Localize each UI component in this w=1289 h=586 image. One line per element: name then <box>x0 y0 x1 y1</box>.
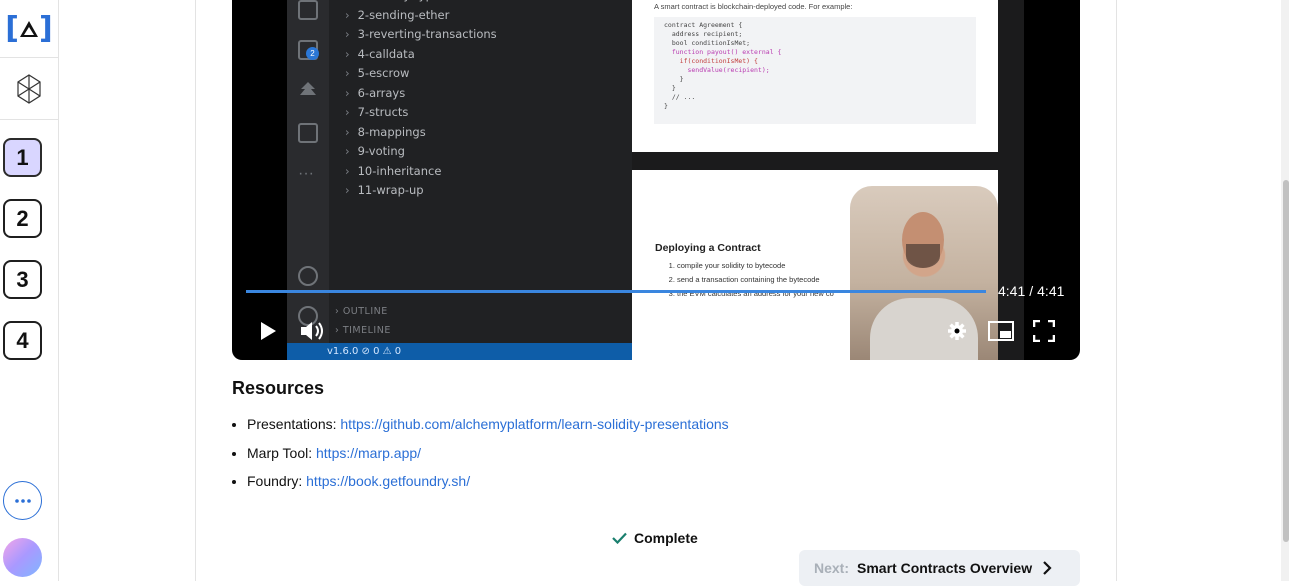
alchemy-logo-icon <box>19 20 39 38</box>
video-editor-frame: 2 ··· ›1-solidity-types-and-functions ›2… <box>287 0 632 360</box>
editor-file-tree: ›1-solidity-types-and-functions ›2-sendi… <box>345 0 529 203</box>
complete-button[interactable]: Complete <box>612 530 698 546</box>
picture-in-picture-icon <box>988 321 1014 341</box>
video-progress-fill <box>246 290 986 293</box>
run-icon <box>298 0 318 20</box>
video-progress-bar[interactable] <box>246 290 986 293</box>
step-2-button[interactable]: 2 <box>3 199 42 238</box>
resource-item: Marp Tool: https://marp.app/ <box>247 443 729 472</box>
file-tree-item: › 11-wrap-up <box>345 183 424 197</box>
gear-icon <box>948 322 966 340</box>
check-icon <box>612 532 627 544</box>
pip-button[interactable] <box>987 318 1015 344</box>
tree-icon <box>298 80 318 100</box>
play-icon <box>261 322 276 340</box>
file-tree-item: › 5-escrow <box>345 66 410 80</box>
page-scrollbar-thumb[interactable] <box>1283 180 1289 542</box>
file-tree-item: › 6-arrays <box>345 85 406 100</box>
presentations-link[interactable]: https://github.com/alchemyplatform/learn… <box>340 416 728 432</box>
video-slides: A smart contract is blockchain-deployed … <box>632 0 1024 360</box>
volume-icon <box>301 322 323 340</box>
file-tree-item: › 3-reverting-transactions <box>345 27 497 41</box>
slide-deploying: Deploying a Contract compile your solidi… <box>632 170 998 360</box>
resources-heading: Resources <box>232 378 325 398</box>
extensions-badge: 2 <box>306 47 319 60</box>
resource-item: Presentations: https://github.com/alchem… <box>247 414 729 443</box>
file-tree-item: › 10-inheritance <box>345 163 442 178</box>
timeline-section: › TIMELINE <box>335 325 391 336</box>
ellipsis-icon <box>14 498 31 503</box>
more-menu-button[interactable] <box>3 481 42 520</box>
marp-link[interactable]: https://marp.app/ <box>316 445 421 461</box>
foundry-link[interactable]: https://book.getfoundry.sh/ <box>306 473 470 489</box>
window-icon <box>298 123 318 143</box>
step-3-button[interactable]: 3 <box>3 260 42 299</box>
user-avatar[interactable] <box>3 538 42 577</box>
settings-button[interactable] <box>946 318 968 344</box>
left-sidebar: [ ] 1 2 3 4 <box>0 0 59 581</box>
play-button[interactable] <box>258 318 278 344</box>
step-1-button[interactable]: 1 <box>3 138 42 177</box>
file-tree-item: › 2-sending-ether <box>345 7 450 22</box>
editor-status-bar: v1.6.0 ⊘ 0 ⚠ 0 <box>287 343 632 360</box>
slide-smart-contract: A smart contract is blockchain-deployed … <box>632 0 998 152</box>
resources-list: Presentations: https://github.com/alchem… <box>247 414 729 500</box>
fullscreen-icon <box>1033 320 1055 342</box>
account-icon <box>298 266 318 286</box>
file-tree-item: › 7-structs <box>345 105 409 119</box>
course-home-button[interactable] <box>0 58 58 120</box>
file-tree-item: ›1-solidity-types-and-functions <box>345 0 529 8</box>
slide-caption: A smart contract is blockchain-deployed … <box>654 2 853 11</box>
video-player[interactable]: 2 ··· ›1-solidity-types-and-functions ›2… <box>232 0 1080 360</box>
file-tree-item: › 9-voting <box>345 144 405 158</box>
chevron-right-icon <box>1043 561 1052 575</box>
step-4-button[interactable]: 4 <box>3 321 42 360</box>
fullscreen-button[interactable] <box>1033 318 1055 344</box>
file-tree-item: › 4-calldata <box>345 46 415 61</box>
file-tree-item: › 8-mappings <box>345 124 426 139</box>
volume-button[interactable] <box>298 318 328 344</box>
presenter-webcam <box>850 186 998 360</box>
outline-section: › OUTLINE <box>335 306 388 317</box>
slide-code-block: contract Agreement { address recipient; … <box>654 17 976 124</box>
video-time: 4:41/4:41 <box>998 283 1065 299</box>
more-icon: ··· <box>298 165 314 182</box>
alchemy-logo[interactable]: [ ] <box>0 0 58 58</box>
hexagon-course-icon <box>17 73 41 104</box>
resource-item: Foundry: https://book.getfoundry.sh/ <box>247 471 729 500</box>
